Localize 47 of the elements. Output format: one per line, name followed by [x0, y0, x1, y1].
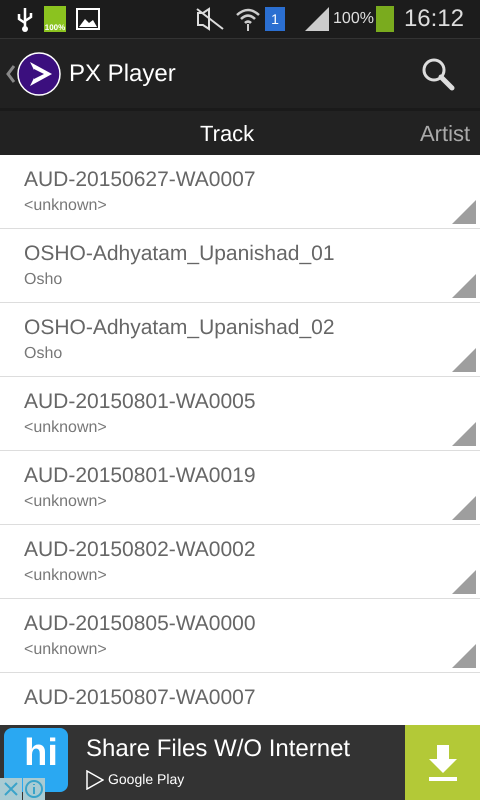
ad-logo-text: hi	[24, 736, 58, 770]
corner-triangle-icon	[452, 496, 476, 520]
image-icon	[76, 8, 100, 30]
wifi-icon	[235, 6, 262, 32]
track-artist: <unknown>	[24, 640, 108, 660]
track-title: AUD-20150807-WA0007	[24, 685, 257, 711]
battery-icon-label: 100%	[44, 24, 66, 32]
sim-icon: 1	[265, 7, 286, 31]
track-title: AUD-20150801-WA0005	[24, 389, 257, 415]
track-title: OSHO-Adhyatam_Upanishad_02	[24, 315, 336, 341]
track-title: AUD-20150801-WA0019	[24, 463, 257, 489]
ad-banner[interactable]: hi Share Files W/O Internet Google Play	[0, 725, 480, 800]
track-title: OSHO-Adhyatam_Upanishad_01	[24, 241, 336, 267]
mute-icon	[195, 7, 226, 31]
info-icon[interactable]	[23, 778, 45, 800]
back-chevron-icon[interactable]	[5, 64, 15, 84]
corner-triangle-icon	[452, 348, 476, 372]
track-title: AUD-20150805-WA0000	[24, 611, 257, 637]
track-title: AUD-20150802-WA0002	[24, 537, 257, 563]
track-artist: <unknown>	[24, 492, 108, 512]
app-title: PX Player	[69, 58, 176, 88]
track-artist: Osho	[24, 344, 64, 364]
clock-time: 16:12	[404, 4, 464, 34]
signal-icon	[305, 7, 330, 31]
track-artist: <unknown>	[24, 418, 108, 438]
close-icon[interactable]	[0, 778, 22, 800]
tab[interactable]: Track	[200, 111, 254, 155]
track-title: AUD-20150627-WA0007	[24, 167, 257, 193]
track-artist: <unknown>	[24, 566, 108, 586]
download-icon	[426, 744, 458, 780]
app-logo-icon	[17, 52, 61, 96]
track-artist: <unknown>	[24, 196, 108, 216]
corner-triangle-icon	[452, 274, 476, 298]
battery-level-icon	[376, 6, 394, 32]
corner-triangle-icon	[452, 644, 476, 668]
corner-triangle-icon	[452, 422, 476, 446]
search-icon[interactable]	[420, 56, 456, 92]
usb-icon	[16, 6, 34, 32]
store-name: Google Play	[108, 770, 184, 789]
play-store-icon	[86, 770, 104, 790]
download-button[interactable]	[405, 725, 480, 800]
track-artist: Osho	[24, 270, 64, 290]
tab[interactable]: Artist	[420, 111, 470, 155]
battery-percent: 100%	[333, 9, 374, 29]
corner-triangle-icon	[452, 200, 476, 224]
corner-triangle-icon	[452, 570, 476, 594]
ad-headline: Share Files W/O Internet	[86, 734, 350, 764]
